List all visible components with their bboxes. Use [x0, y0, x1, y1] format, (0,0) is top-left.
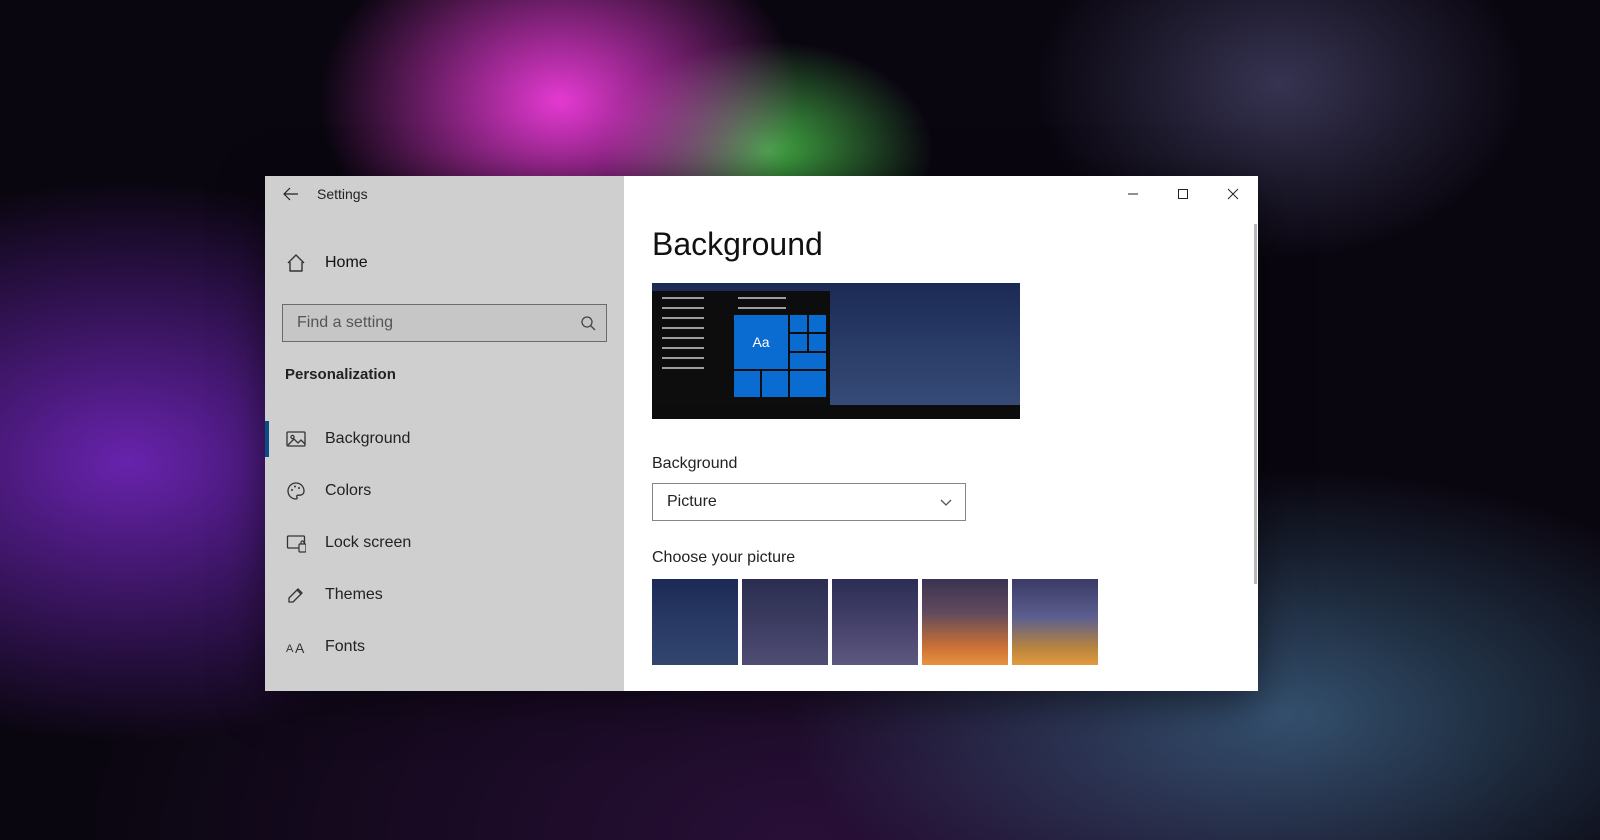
background-field-label: Background — [652, 455, 1230, 473]
chevron-down-icon — [939, 495, 953, 509]
background-dropdown[interactable]: Picture — [652, 483, 966, 521]
scrollbar[interactable] — [1254, 224, 1257, 584]
nav-list: Background Colors Lock screen — [265, 413, 624, 673]
picture-thumbnail[interactable] — [832, 579, 918, 665]
sidebar-item-label: Background — [325, 430, 410, 448]
choose-picture-label: Choose your picture — [652, 549, 1230, 567]
page-title: Background — [652, 226, 1230, 263]
close-icon — [1227, 188, 1239, 200]
back-button[interactable] — [265, 176, 317, 212]
main-pane: Background Aa Background — [624, 176, 1258, 691]
sidebar-item-background[interactable]: Background — [265, 413, 624, 465]
sidebar-item-label: Themes — [325, 586, 383, 604]
search-box[interactable] — [282, 304, 607, 342]
sidebar-item-label: Colors — [325, 482, 371, 500]
sidebar-item-label: Lock screen — [325, 534, 411, 552]
maximize-button[interactable] — [1158, 176, 1208, 212]
picture-thumbnails — [652, 579, 1230, 665]
picture-icon — [285, 428, 307, 450]
picture-thumbnail[interactable] — [922, 579, 1008, 665]
close-button[interactable] — [1208, 176, 1258, 212]
preview-tile-aa: Aa — [734, 315, 788, 369]
wallpaper-preview: Aa — [652, 283, 1020, 419]
home-label: Home — [325, 254, 368, 272]
maximize-icon — [1177, 188, 1189, 200]
preview-taskbar — [652, 405, 1020, 419]
minimize-button[interactable] — [1108, 176, 1158, 212]
picture-thumbnail[interactable] — [652, 579, 738, 665]
sidebar-item-fonts[interactable]: AA Fonts — [265, 621, 624, 673]
search-icon — [580, 315, 596, 331]
minimize-icon — [1127, 188, 1139, 200]
sidebar-item-lock-screen[interactable]: Lock screen — [265, 517, 624, 569]
picture-thumbnail[interactable] — [742, 579, 828, 665]
sidebar: Settings Home Personalization — [265, 176, 624, 691]
sidebar-item-themes[interactable]: Themes — [265, 569, 624, 621]
preview-startmenu: Aa — [652, 291, 830, 405]
window-title: Settings — [317, 186, 368, 202]
search-input[interactable] — [297, 314, 580, 332]
section-label: Personalization — [265, 342, 624, 383]
arrow-left-icon — [283, 186, 299, 202]
fonts-icon: AA — [285, 636, 307, 658]
home-button[interactable]: Home — [265, 240, 624, 286]
sidebar-header: Settings — [265, 176, 624, 212]
background-dropdown-value: Picture — [667, 493, 717, 511]
desktop-wallpaper: Settings Home Personalization — [0, 0, 1600, 840]
window-controls — [1108, 176, 1258, 212]
settings-window: Settings Home Personalization — [265, 176, 1258, 691]
picture-thumbnail[interactable] — [1012, 579, 1098, 665]
palette-icon — [285, 480, 307, 502]
svg-text:A: A — [295, 640, 305, 656]
sidebar-item-colors[interactable]: Colors — [265, 465, 624, 517]
lock-screen-icon — [285, 532, 307, 554]
themes-icon — [285, 584, 307, 606]
home-icon — [285, 252, 307, 274]
sidebar-item-label: Fonts — [325, 638, 365, 656]
svg-text:A: A — [286, 643, 294, 655]
